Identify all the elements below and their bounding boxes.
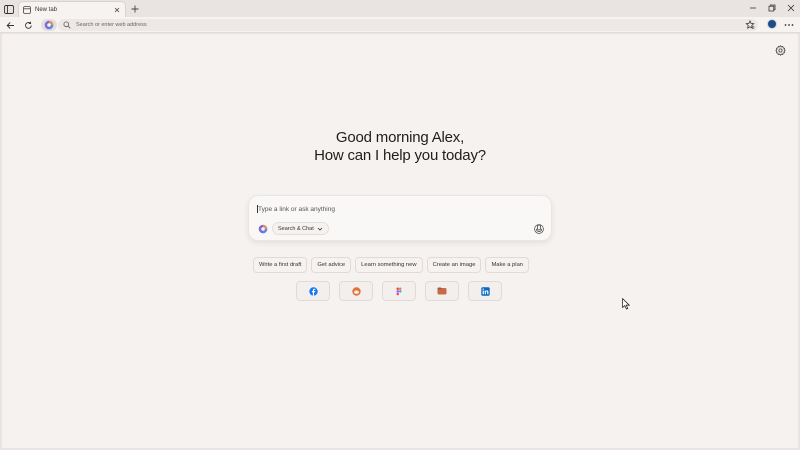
window-controls — [748, 3, 796, 13]
mode-label: Search & Chat — [278, 225, 314, 232]
search-icon — [63, 21, 71, 29]
browser-toolbar — [0, 17, 800, 33]
mouse-pointer-icon — [622, 298, 630, 310]
tab-new-tab[interactable]: New tab — [18, 1, 126, 17]
facebook-icon — [308, 286, 318, 296]
tab-title: New tab — [35, 6, 58, 13]
shortcut-linkedin[interactable] — [468, 281, 502, 301]
chat-composer: Search & Chat — [248, 195, 552, 241]
address-bar[interactable] — [58, 19, 758, 31]
browser-brand-icon[interactable] — [41, 19, 57, 31]
close-tab-icon[interactable] — [113, 6, 121, 14]
linkedin-icon — [480, 286, 490, 296]
mode-dropdown[interactable]: Search & Chat — [272, 222, 329, 235]
new-tab-page-icon — [23, 5, 31, 14]
suggestion-chips: Write a first draft Get advice Learn som… — [253, 257, 530, 273]
shortcut-facebook[interactable] — [296, 281, 330, 301]
site-shortcuts — [296, 281, 502, 301]
chevron-down-icon — [317, 226, 323, 232]
folder-icon — [437, 287, 447, 295]
greeting-line-2: How can I help you today? — [314, 147, 486, 164]
greeting-line-1: Good morning Alex, — [335, 129, 465, 146]
tab-strip: New tab — [0, 0, 800, 17]
profile-avatar[interactable] — [767, 19, 777, 29]
shortcut-reddit[interactable] — [339, 281, 373, 301]
minimize-icon[interactable] — [748, 3, 758, 13]
more-menu-icon[interactable] — [783, 19, 795, 31]
shortcut-folder[interactable] — [425, 281, 459, 301]
suggestion-chip[interactable]: Write a first draft — [253, 257, 308, 273]
address-input[interactable] — [76, 22, 676, 28]
close-window-icon[interactable] — [786, 3, 796, 13]
reload-icon[interactable] — [22, 19, 34, 31]
reddit-icon — [351, 286, 361, 296]
assistant-brand-icon — [258, 224, 268, 234]
suggestion-chip[interactable]: Create an image — [426, 257, 482, 273]
figma-icon — [396, 287, 402, 295]
favorites-star-icon[interactable] — [744, 19, 756, 31]
shortcut-figma[interactable] — [382, 281, 416, 301]
greeting-heading: Good morning Alex, How can I help you to… — [2, 129, 798, 165]
suggestion-chip[interactable]: Learn something new — [355, 257, 423, 273]
microphone-icon[interactable] — [534, 224, 544, 234]
sidebar-toggle-icon[interactable] — [3, 3, 15, 15]
suggestion-chip[interactable]: Make a plan — [485, 257, 530, 273]
restore-icon[interactable] — [767, 3, 777, 13]
new-tab-plus-icon[interactable] — [129, 3, 140, 14]
settings-gear-icon[interactable] — [775, 45, 786, 56]
new-tab-page: Good morning Alex, How can I help you to… — [2, 34, 798, 448]
back-arrow-icon[interactable] — [4, 19, 16, 31]
suggestion-chip[interactable]: Get advice — [311, 257, 352, 273]
chat-input[interactable] — [258, 204, 528, 214]
